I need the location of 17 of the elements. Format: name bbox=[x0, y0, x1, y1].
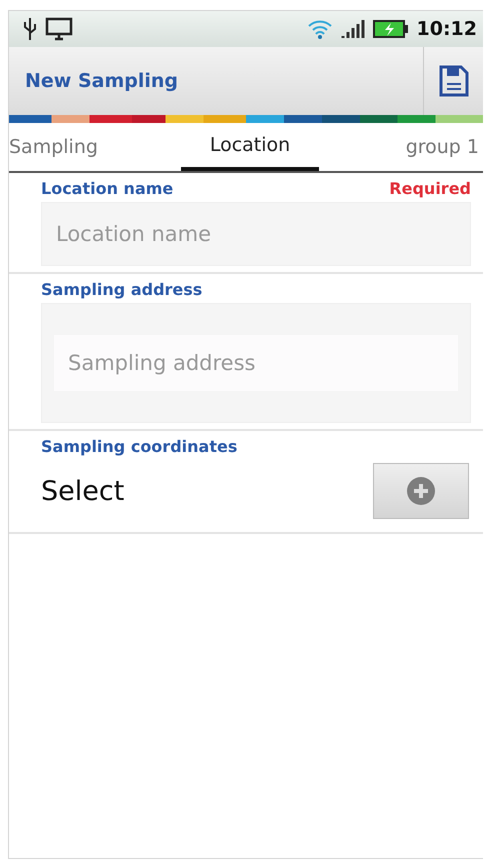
field-label: Sampling coordinates bbox=[41, 437, 238, 456]
select-value: Select bbox=[41, 476, 124, 506]
save-icon bbox=[438, 65, 468, 97]
text-area[interactable]: Sampling address bbox=[41, 303, 471, 423]
usb-icon bbox=[23, 17, 37, 41]
field-label: Location name bbox=[41, 179, 174, 198]
screen-title: New Sampling bbox=[24, 70, 180, 92]
clock-time: 10:12 bbox=[416, 18, 477, 40]
signal-icon bbox=[340, 19, 365, 39]
field-label: Sampling address bbox=[41, 280, 202, 299]
plus-icon bbox=[406, 476, 436, 506]
required-label: Required bbox=[389, 179, 471, 198]
add-button[interactable] bbox=[373, 463, 469, 519]
wifi-icon bbox=[306, 18, 333, 40]
text-field[interactable]: Location name bbox=[41, 202, 471, 266]
monitor-icon bbox=[45, 17, 73, 41]
battery-icon bbox=[372, 19, 409, 39]
